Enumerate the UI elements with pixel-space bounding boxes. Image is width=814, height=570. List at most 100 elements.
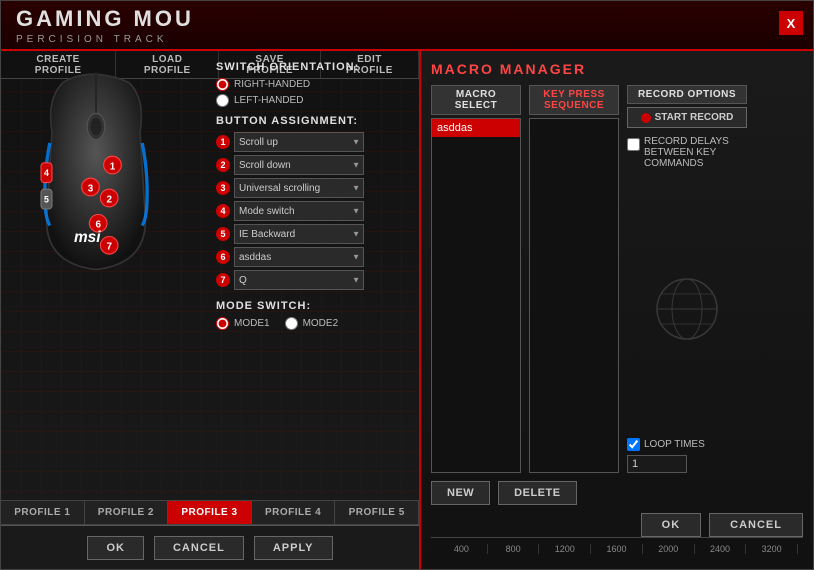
- button-row-4: 4 Mode switch: [216, 201, 414, 221]
- record-delays-label: RECORD DELAYS BETWEEN KEY COMMANDS: [644, 136, 747, 169]
- select-wrapper-7: Q: [234, 270, 364, 290]
- apply-button[interactable]: APPLY: [254, 536, 333, 560]
- timeline: 400 800 1200 1600 2000 2400 3200: [431, 537, 803, 559]
- timeline-marker-2000: 2000: [643, 544, 695, 554]
- svg-text:7: 7: [106, 242, 112, 253]
- profile-2-button[interactable]: PROFILE 2: [85, 501, 169, 524]
- bottom-bar: OK CANCEL APPLY: [1, 525, 419, 569]
- button-row-2: 2 Scroll down: [216, 155, 414, 175]
- mode-switch-title: MODE SWITCH:: [216, 300, 414, 312]
- settings-panel: SWITCH ORIENTATION: RIGHT-HANDED LEFT-HA…: [216, 61, 414, 333]
- profile-3-button[interactable]: PROFILE 3: [168, 501, 252, 524]
- timeline-marker-800: 800: [488, 544, 540, 554]
- macro-ok-cancel: OK CANCEL: [431, 513, 803, 537]
- left-panel: CREATE PROFILE LOAD PROFILE SAVE PROFILE…: [1, 51, 421, 569]
- button-num-2: 2: [216, 158, 230, 172]
- mouse-svg: 1 3 2 6 7: [21, 66, 171, 286]
- profile-5-button[interactable]: PROFILE 5: [335, 501, 419, 524]
- record-options-header: RECORD OPTIONS: [627, 85, 747, 104]
- button-2-select[interactable]: Scroll down: [234, 155, 364, 175]
- mode2-label: MODE2: [303, 318, 339, 329]
- macro-manager-title: MACRO MANAGER: [431, 61, 803, 77]
- button-num-6: 6: [216, 250, 230, 264]
- key-press-sequence-column: KEY PRESS SEQUENCE: [529, 85, 619, 473]
- button-num-3: 3: [216, 181, 230, 195]
- macro-bottom-buttons: NEW DELETE: [431, 481, 803, 505]
- mode1-option[interactable]: MODE1: [216, 317, 270, 330]
- key-press-sequence-list[interactable]: [529, 118, 619, 473]
- svg-text:msi: msi: [74, 229, 101, 246]
- button-7-select[interactable]: Q: [234, 270, 364, 290]
- button-rows: 1 Scroll up 2 Scroll down 3 Universal sc…: [216, 132, 414, 290]
- macro-select-column: MACRO SELECT asddas: [431, 85, 521, 473]
- button-row-1: 1 Scroll up: [216, 132, 414, 152]
- timeline-marker-400: 400: [436, 544, 488, 554]
- profile-4-button[interactable]: PROFILE 4: [252, 501, 336, 524]
- profile-bar: PROFILE 1 PROFILE 2 PROFILE 3 PROFILE 4 …: [1, 500, 419, 525]
- button-row-3: 3 Universal scrolling: [216, 178, 414, 198]
- macro-cancel-button[interactable]: CANCEL: [709, 513, 803, 537]
- mode-switch-section: MODE SWITCH: MODE1 MODE2: [216, 300, 414, 333]
- record-delays-checkbox[interactable]: [627, 138, 640, 151]
- macro-select-header: MACRO SELECT: [431, 85, 521, 115]
- delete-macro-button[interactable]: DELETE: [498, 481, 576, 505]
- timeline-marker-1200: 1200: [539, 544, 591, 554]
- button-num-4: 4: [216, 204, 230, 218]
- left-handed-label: LEFT-HANDED: [234, 95, 303, 106]
- profile-1-button[interactable]: PROFILE 1: [1, 501, 85, 524]
- macro-list[interactable]: asddas: [431, 118, 521, 473]
- header: GAMING MOU PERCISION TRACK X: [1, 1, 813, 51]
- select-wrapper-4: Mode switch: [234, 201, 364, 221]
- ok-button[interactable]: OK: [87, 536, 144, 560]
- switch-orientation-group: RIGHT-HANDED LEFT-HANDED: [216, 78, 414, 107]
- macro-ok-button[interactable]: OK: [641, 513, 702, 537]
- mode1-radio[interactable]: [216, 317, 229, 330]
- button-3-select[interactable]: Universal scrolling: [234, 178, 364, 198]
- mode2-option[interactable]: MODE2: [285, 317, 339, 330]
- content-area: CREATE PROFILE LOAD PROFILE SAVE PROFILE…: [1, 51, 813, 569]
- svg-text:5: 5: [44, 194, 49, 204]
- close-button[interactable]: X: [779, 11, 803, 35]
- switch-orientation-title: SWITCH ORIENTATION:: [216, 61, 414, 73]
- loop-times-checkbox[interactable]: [627, 438, 640, 451]
- svg-text:4: 4: [44, 168, 49, 178]
- button-4-select[interactable]: Mode switch: [234, 201, 364, 221]
- mode2-radio[interactable]: [285, 317, 298, 330]
- button-5-select[interactable]: IE Backward: [234, 224, 364, 244]
- macro-item-asddas[interactable]: asddas: [432, 119, 520, 137]
- loop-times-label: LOOP TIMES: [644, 439, 705, 450]
- right-handed-radio[interactable]: [216, 78, 229, 91]
- select-wrapper-3: Universal scrolling: [234, 178, 364, 198]
- select-wrapper-2: Scroll down: [234, 155, 364, 175]
- left-inner: 1 3 2 6 7: [1, 51, 419, 569]
- left-handed-option[interactable]: LEFT-HANDED: [216, 94, 414, 107]
- svg-text:1: 1: [110, 161, 116, 172]
- start-record-button[interactable]: START RECORD: [627, 107, 747, 128]
- right-handed-label: RIGHT-HANDED: [234, 79, 310, 90]
- select-wrapper-6: asddas: [234, 247, 364, 267]
- svg-text:3: 3: [88, 183, 94, 194]
- mode1-label: MODE1: [234, 318, 270, 329]
- left-handed-radio[interactable]: [216, 94, 229, 107]
- mouse-illustration: 1 3 2 6 7: [11, 61, 231, 291]
- button-row-7: 7 Q: [216, 270, 414, 290]
- select-wrapper-5: IE Backward: [234, 224, 364, 244]
- button-num-1: 1: [216, 135, 230, 149]
- new-macro-button[interactable]: NEW: [431, 481, 490, 505]
- cancel-button[interactable]: CANCEL: [154, 536, 244, 560]
- button-1-select[interactable]: Scroll up: [234, 132, 364, 152]
- key-press-sequence-header: KEY PRESS SEQUENCE: [529, 85, 619, 115]
- button-assignment-title: BUTTON ASSIGNMENT:: [216, 115, 414, 127]
- timeline-marker-1600: 1600: [591, 544, 643, 554]
- timeline-marker-3200: 3200: [746, 544, 798, 554]
- record-dot-icon: [641, 113, 651, 123]
- loop-section: LOOP TIMES 1: [627, 438, 747, 473]
- macro-columns: MACRO SELECT asddas KEY PRESS SEQUENCE R…: [431, 85, 803, 473]
- button-num-5: 5: [216, 227, 230, 241]
- button-6-select[interactable]: asddas: [234, 247, 364, 267]
- svg-text:2: 2: [106, 194, 112, 205]
- right-handed-option[interactable]: RIGHT-HANDED: [216, 78, 414, 91]
- loop-times-input[interactable]: 1: [627, 455, 687, 473]
- right-panel: MACRO MANAGER MACRO SELECT asddas KEY PR…: [421, 51, 813, 569]
- button-row-6: 6 asddas: [216, 247, 414, 267]
